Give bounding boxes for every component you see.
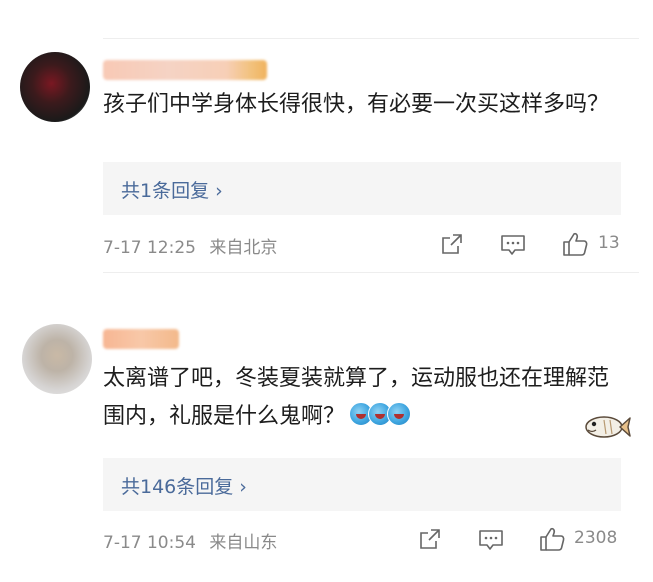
comment-meta: 7-17 12:25 来自北京 [103, 233, 277, 258]
comment-divider [103, 272, 639, 273]
replies-count-link[interactable]: 共1条回复 › [121, 176, 223, 203]
username-blurred[interactable] [103, 329, 179, 349]
comment-text: 太离谱了吧，冬装夏装就算了，运动服也还在理解范围内，礼服是什么鬼啊？ [103, 360, 613, 436]
view-replies-button[interactable]: 共1条回复 › [103, 162, 621, 215]
avatar[interactable] [22, 324, 92, 394]
fish-sticker-icon [585, 416, 631, 438]
laugh-emoji-icon [349, 402, 412, 429]
comment-icon[interactable] [500, 233, 526, 257]
username-blurred[interactable] [103, 60, 267, 80]
view-replies-button[interactable]: 共146条回复 › [103, 458, 621, 511]
comment-icon[interactable] [478, 528, 504, 552]
share-icon[interactable] [440, 232, 464, 256]
comment-location: 来自北京 [209, 238, 278, 258]
comment-text: 孩子们中学身体长得很快，有必要一次买这样多吗？ [103, 92, 610, 117]
comment-timestamp: 7-17 10:54 [103, 533, 196, 553]
comment-meta: 7-17 10:54 来自山东 [103, 528, 277, 553]
like-count: 2308 [574, 528, 618, 548]
replies-count-link[interactable]: 共146条回复 › [121, 472, 247, 499]
top-divider [103, 38, 639, 39]
like-count: 13 [598, 233, 620, 253]
like-icon[interactable] [561, 230, 589, 258]
comment-location: 来自山东 [209, 533, 278, 553]
avatar[interactable] [20, 52, 90, 122]
share-icon[interactable] [418, 527, 442, 551]
like-icon[interactable] [538, 525, 566, 553]
comment-timestamp: 7-17 12:25 [103, 238, 196, 258]
